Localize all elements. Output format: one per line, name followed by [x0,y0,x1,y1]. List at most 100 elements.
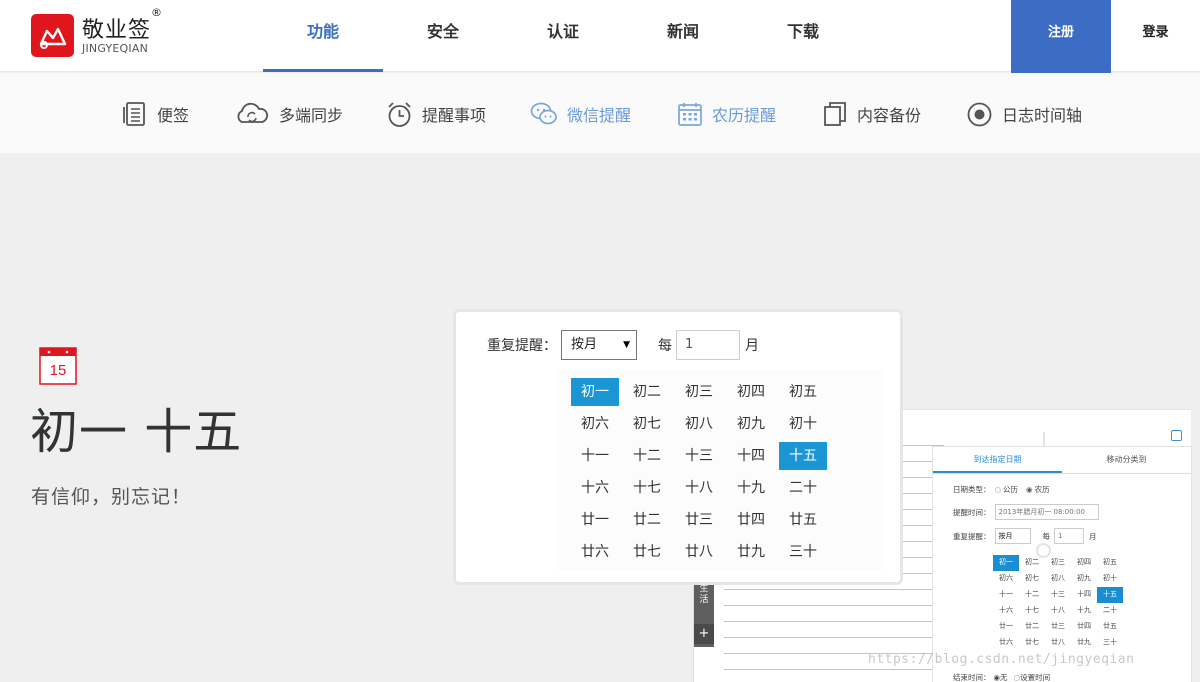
lunar-day-option[interactable]: 廿四 [727,506,775,534]
lunar-day-option[interactable]: 二十 [779,474,827,502]
brand-subtitle: JINGYEQIAN [82,42,149,55]
register-button[interactable]: 注册 [1011,0,1111,73]
mini-day-option: 三十 [1103,638,1117,646]
subnav-item-lunar[interactable]: 农历提醒 [677,99,776,129]
brand-name[interactable]: 敬业签 [82,12,151,44]
subnav-item-timeline[interactable]: 日志时间轴 [966,99,1082,129]
lunar-day-option[interactable]: 廿二 [623,506,671,534]
lunar-day-option[interactable]: 初七 [623,410,671,438]
mini-day-grid: 初一 初二 初三 初四 初五 初六 初七 初八 初九 初十 十一 十二 十三 十四 十五 十六 十七 十八 十九 二十… [993,555,1123,651]
lunar-day-option[interactable]: 初四 [727,378,775,406]
lunar-day-option[interactable]: 初一 [571,378,619,406]
lunar-day-option[interactable]: 初九 [727,410,775,438]
tab-move-category: 移动分类到 [1106,455,1147,464]
lunar-day-option[interactable]: 廿六 [571,538,619,566]
subnav-label: 微信提醒 [567,106,632,125]
repeat-label: 重复提醒： [953,531,991,541]
connector-ring [1036,543,1051,558]
mini-day-option: 十二 [1025,590,1039,598]
remind-time-label: 提醒时间： [953,507,991,517]
nav-download[interactable]: 下载 [743,0,863,72]
lunar-day-option[interactable]: 廿七 [623,538,671,566]
subnav-item-wechat[interactable]: 微信提醒 [530,99,631,129]
option-set-time: 设置时间 [1020,673,1051,682]
interval-input: 1 [1054,528,1084,544]
subnav-item-notes[interactable]: 便签 [122,99,189,129]
mini-day-option: 廿五 [1103,622,1117,630]
repeat-label: 重复提醒： [487,338,557,354]
every-label: 每 [658,338,672,354]
lunar-day-option[interactable]: 初三 [675,378,723,406]
logo-icon[interactable] [31,14,74,57]
lunar-day-option[interactable]: 廿一 [571,506,619,534]
mini-day-option: 初九 [1077,574,1091,582]
mini-day-option: 廿三 [1051,622,1065,630]
lunar-day-option[interactable]: 廿八 [675,538,723,566]
lunar-day-option[interactable]: 十五 [779,442,827,470]
unit-label: 月 [745,338,759,354]
nav-certification[interactable]: 认证 [503,0,623,72]
repeat-settings-row: 重复提醒： 按月 ▼ 每 1 月 [487,330,759,360]
lunar-day-option[interactable]: 廿五 [779,506,827,534]
remind-time-input: 2013年腊月初一 08:00:00 [994,504,1099,520]
add-icon: + [694,624,714,644]
lunar-day-option[interactable]: 十二 [623,442,671,470]
cloud-sync-icon [237,102,269,123]
lunar-day-option[interactable]: 初二 [623,378,671,406]
lunar-day-option[interactable]: 十三 [675,442,723,470]
date-type-row: 日期类型： ○ 公历 ◉ 农历 [953,485,1050,494]
calendar-icon: 15 [39,347,77,385]
subnav-label: 多端同步 [279,106,344,125]
mini-day-option: 初六 [999,574,1013,582]
mini-day-option: 十七 [1025,606,1039,614]
subnav-item-reminders[interactable]: 提醒事项 [386,99,486,129]
nav-news[interactable]: 新闻 [623,0,743,72]
copy-icon [824,102,846,126]
date-type-label: 日期类型： [953,485,991,494]
lunar-day-option[interactable]: 廿三 [675,506,723,534]
mini-day-option: 十一 [999,590,1013,598]
lunar-day-option[interactable]: 十四 [727,442,775,470]
lunar-day-option[interactable]: 初十 [779,410,827,438]
remind-time-row: 提醒时间： 2013年腊月初一 08:00:00 [953,504,1099,520]
lunar-day-option[interactable]: 十一 [571,442,619,470]
nav-features[interactable]: 功能 [263,0,383,72]
subnav-label: 农历提醒 [712,106,777,125]
subnav-item-backup[interactable]: 内容备份 [822,99,921,129]
lunar-day-option[interactable]: 初五 [779,378,827,406]
lunar-day-option[interactable]: 十九 [727,474,775,502]
calendar-grid-icon [678,103,702,126]
mini-day-option: 十三 [1051,590,1065,598]
end-time-label: 结束时间： [953,673,991,682]
repeat-reminder-popup: 重复提醒： 按月 ▼ 每 1 月 初一 初二 初三 初四 初五 初六 初七 初八 初九 初十 十一十… [453,309,903,585]
interval-input[interactable]: 1 [676,330,740,360]
sidebar-char: 生 [699,584,709,594]
lunar-day-option[interactable]: 十六 [571,474,619,502]
lunar-day-grid: 初一 初二 初三 初四 初五初六 初七 初八 初九 初十十一 十二 十三 十四 十五十六 十七 十八 十九 二十… [571,378,831,570]
dropdown-caret-icon: ▼ [623,340,630,350]
hero-title: 初一 十五 [30,404,243,460]
login-button[interactable]: 登录 [1111,0,1200,72]
sidebar-char: 活 [699,595,709,605]
subnav-label: 提醒事项 [422,106,487,125]
lunar-day-option[interactable]: 初六 [571,410,619,438]
feature-subnav: 便签 多端同步 提醒事项 微信提醒 农历提醒 内容备份 日志时间轴 [0,73,1200,153]
watermark: https://blog.csdn.net/jingyeqian [868,652,1135,667]
lunar-day-option[interactable]: 廿九 [727,538,775,566]
lunar-day-option[interactable]: 十七 [623,474,671,502]
notes-icon [123,102,145,126]
end-time-row: 结束时间： ◉ 无 ○ 设置时间 [953,673,1051,682]
mini-day-option: 廿六 [999,638,1013,646]
repeat-mode-select[interactable]: 按月 ▼ [561,330,637,360]
subnav-item-sync[interactable]: 多端同步 [234,99,343,129]
mini-day-option: 初四 [1077,558,1091,566]
main-nav: 功能 安全 认证 新闻 下载 [263,0,863,72]
lunar-day-option[interactable]: 初八 [675,410,723,438]
lunar-day-option[interactable]: 三十 [779,538,827,566]
lunar-day-option[interactable]: 十八 [675,474,723,502]
mini-day-option: 十六 [999,606,1013,614]
mini-day-option: 初八 [1051,574,1065,582]
subnav-label: 内容备份 [857,106,922,125]
nav-security[interactable]: 安全 [383,0,503,72]
reminder-settings-panel: 到达指定日期 移动分类到 日期类型： ○ 公历 ◉ 农历 提醒时间： 2013年腊月… [932,446,1192,682]
